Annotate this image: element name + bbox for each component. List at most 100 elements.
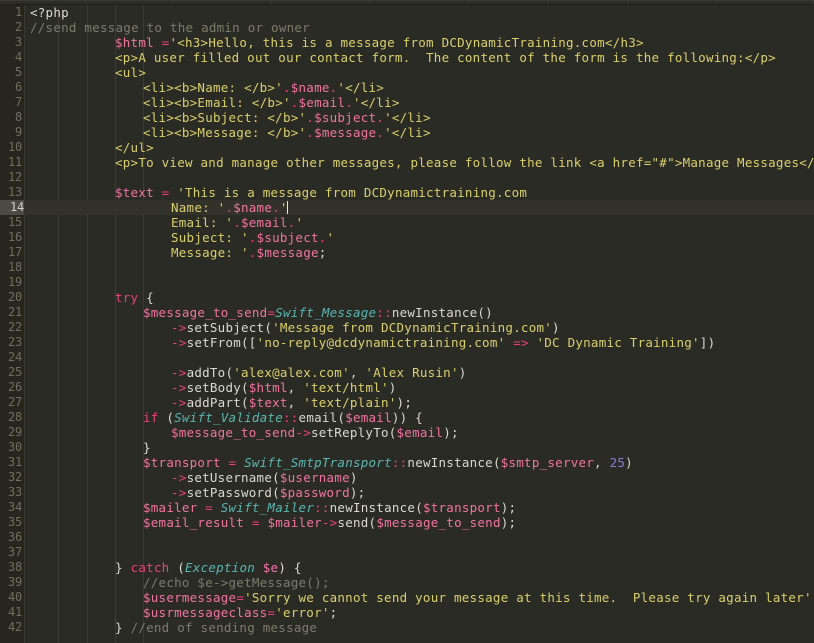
code-line[interactable]: 39 //echo $e->getMessage();: [0, 575, 814, 590]
line-number[interactable]: 24: [0, 350, 22, 365]
code-line[interactable]: 2 //send message to the admin or owner: [0, 20, 814, 35]
line-number[interactable]: 34: [0, 500, 22, 515]
line-number[interactable]: 23: [0, 335, 22, 350]
code-line[interactable]: 37: [0, 545, 814, 560]
code-line-content[interactable]: <li><b>Name: </b>'.$name.'</li>: [143, 80, 384, 95]
code-line[interactable]: 5 <ul>: [0, 65, 814, 80]
code-line[interactable]: 41 $usrmessageclass='error';: [0, 605, 814, 620]
line-number[interactable]: 15: [0, 215, 22, 230]
line-number[interactable]: 8: [0, 110, 22, 125]
tab-edge[interactable]: [174, 0, 272, 4]
line-number[interactable]: 1: [0, 5, 22, 20]
code-line-content[interactable]: ->setPassword($password);: [171, 485, 365, 500]
line-number[interactable]: 19: [0, 275, 22, 290]
line-number[interactable]: 27: [0, 395, 22, 410]
line-number[interactable]: 7: [0, 95, 22, 110]
line-number[interactable]: 29: [0, 425, 22, 440]
line-number[interactable]: 40: [0, 590, 22, 605]
code-line-content[interactable]: <p>To view and manage other messages, pl…: [115, 155, 814, 170]
code-line[interactable]: 26 ->setBody($html, 'text/html'): [0, 380, 814, 395]
tab-edge[interactable]: [272, 0, 370, 4]
code-line-content[interactable]: ->setUsername($username): [171, 470, 358, 485]
code-line-content[interactable]: //send message to the admin or owner: [30, 20, 310, 35]
code-line-content[interactable]: try {: [115, 290, 154, 305]
code-line-content[interactable]: $message_to_send->setReplyTo($email);: [171, 425, 459, 440]
code-line[interactable]: 23 ->setFrom(['no-reply@dcdynamictraining…: [0, 335, 814, 350]
code-line[interactable]: 33 ->setPassword($password);: [0, 485, 814, 500]
line-number[interactable]: 16: [0, 230, 22, 245]
code-line[interactable]: 25 ->addTo('alex@alex.com', 'Alex Rusin'): [0, 365, 814, 380]
code-line[interactable]: 1 <?php: [0, 5, 814, 20]
code-line-content[interactable]: ->setFrom(['no-reply@dcdynamictraining.c…: [171, 335, 715, 350]
code-lines[interactable]: 1 <?php 2 //send message to the admin or ow…: [0, 5, 814, 635]
tab-edge[interactable]: [0, 0, 86, 4]
code-line-content[interactable]: Name: '.$name.': [171, 200, 288, 215]
line-number[interactable]: 2: [0, 20, 22, 35]
code-line-content[interactable]: if (Swift_Validate::email($email)) {: [143, 410, 423, 425]
line-number[interactable]: 25: [0, 365, 22, 380]
code-line-content[interactable]: <li><b>Message: </b>'.$message.'</li>: [143, 125, 431, 140]
line-number[interactable]: 37: [0, 545, 22, 560]
line-number[interactable]: 41: [0, 605, 22, 620]
code-line-content[interactable]: ->addPart($text, 'text/plain');: [171, 395, 412, 410]
code-line-content[interactable]: }: [143, 440, 151, 455]
code-line[interactable]: 34 $mailer = Swift_Mailer::newInstance($t…: [0, 500, 814, 515]
line-number[interactable]: 26: [0, 380, 22, 395]
code-line[interactable]: 27 ->addPart($text, 'text/plain');: [0, 395, 814, 410]
code-line-content[interactable]: $email_result = $mailer->send($message_t…: [143, 515, 516, 530]
line-number[interactable]: 28: [0, 410, 22, 425]
code-line[interactable]: 4 <p>A user filled out our contact form. …: [0, 50, 814, 65]
code-line-content[interactable]: </ul>: [115, 140, 154, 155]
tab-edge[interactable]: [370, 0, 470, 4]
code-line[interactable]: 10 </ul>: [0, 140, 814, 155]
code-line-content[interactable]: <p>A user filled out our contact form. T…: [115, 50, 776, 65]
code-line[interactable]: 15 Email: '.$email.': [0, 215, 814, 230]
line-number[interactable]: 5: [0, 65, 22, 80]
code-line-content[interactable]: } //end of sending message: [115, 620, 317, 635]
line-number[interactable]: 42: [0, 620, 22, 635]
code-line[interactable]: 17 Message: '.$message;: [0, 245, 814, 260]
code-line[interactable]: 18: [0, 260, 814, 275]
line-number[interactable]: 21: [0, 305, 22, 320]
code-line-content[interactable]: ->addTo('alex@alex.com', 'Alex Rusin'): [171, 365, 467, 380]
line-number[interactable]: 20: [0, 290, 22, 305]
line-number[interactable]: 14: [0, 200, 24, 215]
code-line-content[interactable]: $message_to_send=Swift_Message::newInsta…: [143, 305, 493, 320]
code-line[interactable]: 11 <p>To view and manage other messages, …: [0, 155, 814, 170]
line-number[interactable]: 35: [0, 515, 22, 530]
line-number[interactable]: 9: [0, 125, 22, 140]
code-line-active[interactable]: 14 Name: '.$name.': [0, 200, 814, 215]
code-line-content[interactable]: <li><b>Subject: </b>'.$subject.'</li>: [143, 110, 431, 125]
code-line[interactable]: 13 $text = 'This is a message from DCDyna…: [0, 185, 814, 200]
code-line-content[interactable]: Email: '.$email.': [171, 215, 303, 230]
tab-edge[interactable]: [548, 0, 628, 4]
code-line[interactable]: 40 $usermessage='Sorry we cannot send you…: [0, 590, 814, 605]
code-line-content[interactable]: ->setBody($html, 'text/html'): [171, 380, 397, 395]
code-line-content[interactable]: $html ='<h3>Hello, this is a message fro…: [115, 35, 644, 50]
code-line-content[interactable]: } catch (Exception $e) {: [115, 560, 302, 575]
line-number[interactable]: 4: [0, 50, 22, 65]
code-line[interactable]: 32 ->setUsername($username): [0, 470, 814, 485]
code-line[interactable]: 20 try {: [0, 290, 814, 305]
line-number[interactable]: 30: [0, 440, 22, 455]
code-line[interactable]: 7 <li><b>Email: </b>'.$email.'</li>: [0, 95, 814, 110]
code-line-content[interactable]: $mailer = Swift_Mailer::newInstance($tra…: [143, 500, 516, 515]
code-line-content[interactable]: $text = 'This is a message from DCDynami…: [115, 185, 527, 200]
code-line-content[interactable]: <?php: [30, 5, 69, 20]
code-line[interactable]: 42 } //end of sending message: [0, 620, 814, 635]
code-line-content[interactable]: Subject: '.$subject.': [171, 230, 334, 245]
line-number[interactable]: 39: [0, 575, 22, 590]
code-line[interactable]: 9 <li><b>Message: </b>'.$message.'</li>: [0, 125, 814, 140]
code-line[interactable]: 35 $email_result = $mailer->send($message…: [0, 515, 814, 530]
tab-edge[interactable]: [470, 0, 548, 4]
line-number[interactable]: 32: [0, 470, 22, 485]
code-line-content[interactable]: ->setSubject('Message from DCDynamicTrai…: [171, 320, 560, 335]
code-line[interactable]: 36: [0, 530, 814, 545]
code-line-content[interactable]: //echo $e->getMessage();: [143, 575, 330, 590]
line-number[interactable]: 11: [0, 155, 22, 170]
code-line[interactable]: 31 $transport = Swift_SmtpTransport::newI…: [0, 455, 814, 470]
code-line[interactable]: 3 $html ='<h3>Hello, this is a message fr…: [0, 35, 814, 50]
line-number[interactable]: 6: [0, 80, 22, 95]
code-line[interactable]: 28 if (Swift_Validate::email($email)) {: [0, 410, 814, 425]
line-number[interactable]: 12: [0, 170, 22, 185]
